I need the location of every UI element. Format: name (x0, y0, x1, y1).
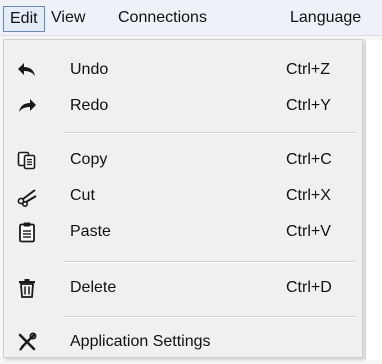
menu-item-label: Redo (70, 97, 109, 114)
menu-bar: Edit View Connections Language (0, 0, 382, 36)
app-window: Edit View Connections Language Undo Ctrl… (0, 0, 382, 364)
menu-item-redo[interactable]: Redo Ctrl+Y (4, 89, 362, 123)
delete-icon (19, 279, 35, 298)
menu-item-label: Paste (70, 223, 111, 240)
menu-connections[interactable]: Connections (118, 7, 207, 29)
menu-item-label: Cut (70, 187, 95, 204)
menu-separator (64, 132, 356, 134)
menu-separator (64, 261, 356, 263)
shortcut-text: Ctrl+Z (286, 61, 330, 78)
background-panel (365, 40, 382, 360)
menu-view[interactable]: View (51, 7, 85, 29)
menu-item-delete[interactable]: Delete Ctrl+D (4, 271, 362, 305)
menu-item-label: Undo (70, 61, 109, 78)
redo-icon (19, 99, 36, 112)
menu-item-cut[interactable]: Cut Ctrl+X (4, 179, 362, 213)
menu-language[interactable]: Language (290, 7, 361, 29)
settings-icon (18, 332, 37, 351)
copy-icon (17, 151, 36, 170)
menu-separator (64, 316, 356, 318)
shortcut-text: Ctrl+X (286, 187, 331, 204)
shortcut-text: Ctrl+C (286, 151, 332, 168)
menu-item-label: Application Settings (70, 333, 211, 350)
menu-item-label: Copy (70, 151, 108, 168)
shortcut-text: Ctrl+D (286, 279, 332, 296)
shortcut-text: Ctrl+V (286, 223, 331, 240)
edit-menu-dropdown: Undo Ctrl+Z Redo Ctrl+Y Copy Ctrl+C Cut … (3, 39, 363, 358)
paste-icon (19, 222, 35, 243)
shortcut-text: Ctrl+Y (286, 97, 331, 114)
menu-item-label: Delete (70, 279, 117, 296)
menu-item-paste[interactable]: Paste Ctrl+V (4, 215, 362, 249)
menu-item-application-settings[interactable]: Application Settings (4, 325, 362, 359)
menu-item-copy[interactable]: Copy Ctrl+C (4, 143, 362, 177)
menu-edit[interactable]: Edit (3, 6, 45, 32)
cut-icon (17, 189, 37, 207)
menu-item-undo[interactable]: Undo Ctrl+Z (4, 53, 362, 87)
undo-icon (18, 63, 35, 76)
